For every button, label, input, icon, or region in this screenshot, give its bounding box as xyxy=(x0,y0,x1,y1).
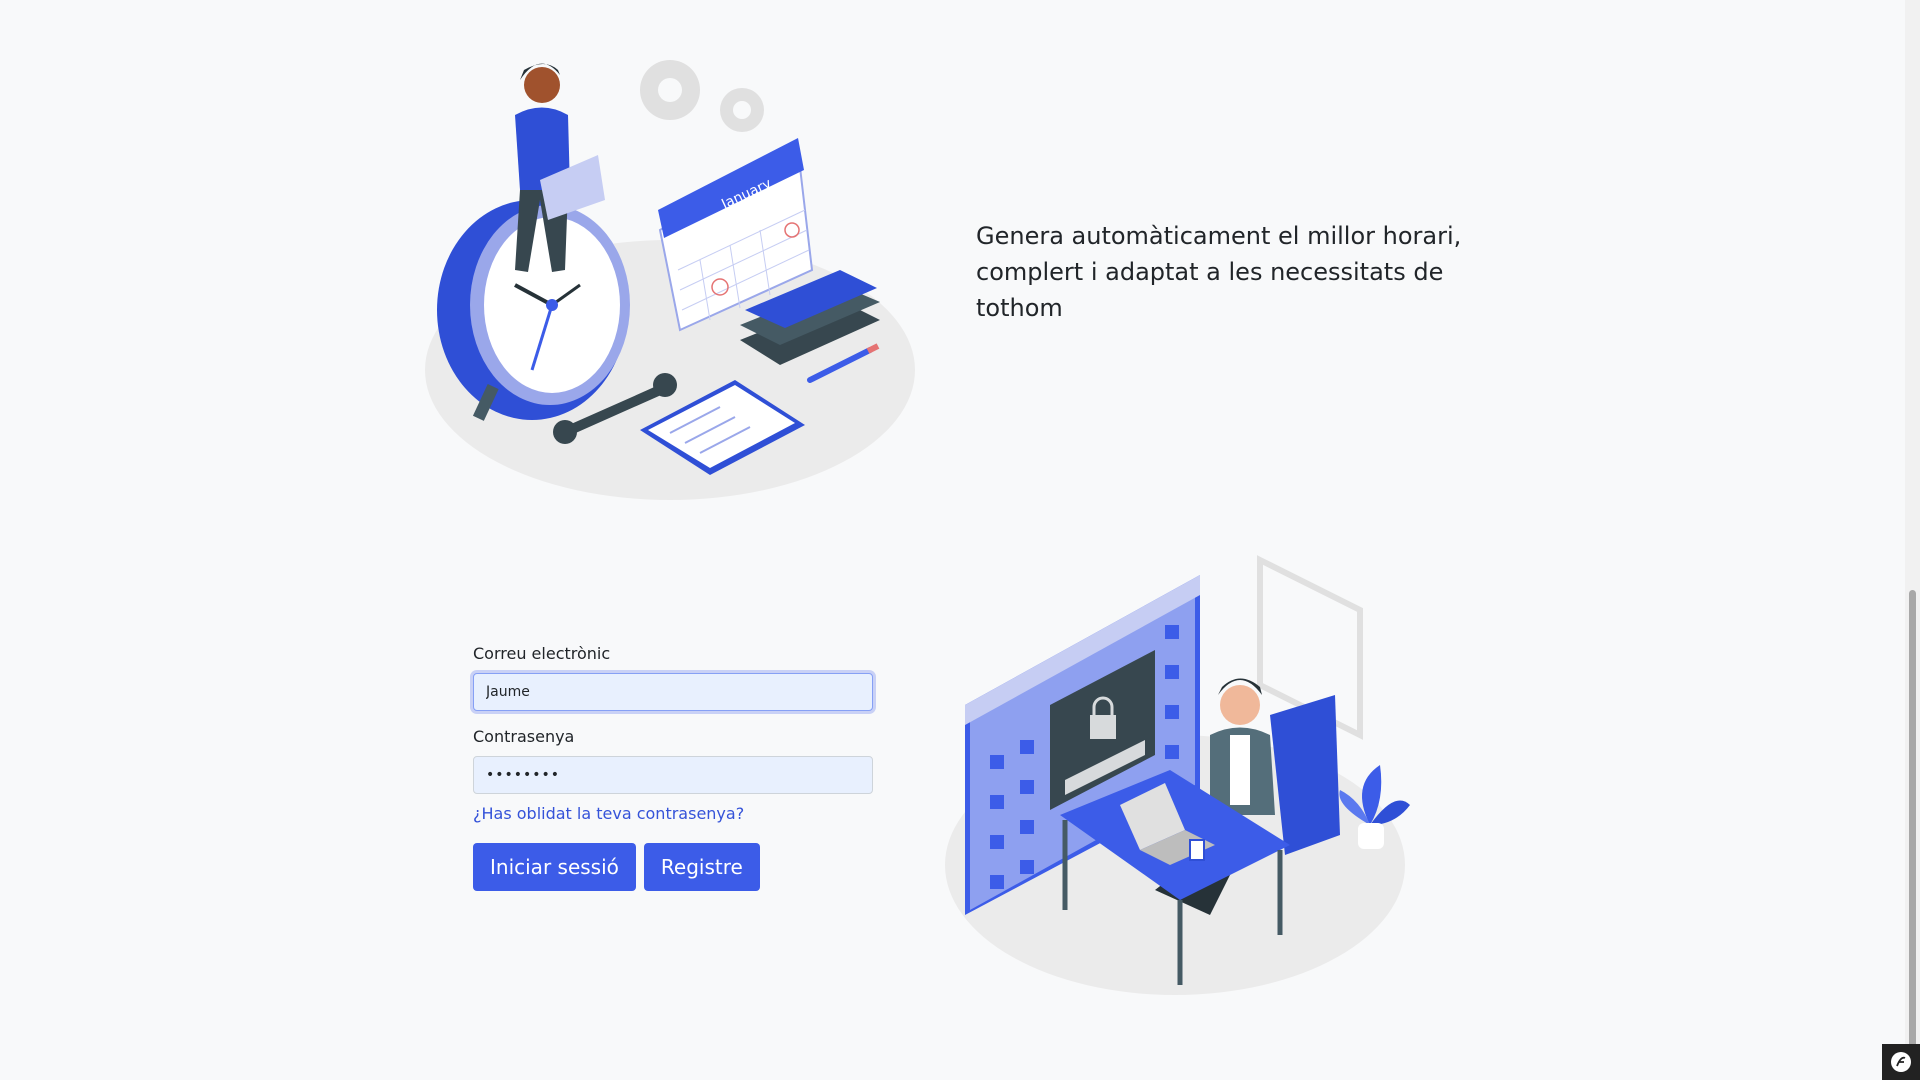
login-illustration xyxy=(940,555,1420,1005)
debug-toolbar-toggle[interactable] xyxy=(1882,1044,1920,1080)
symfony-icon xyxy=(1891,1052,1911,1072)
login-button[interactable]: Iniciar sessió xyxy=(473,843,636,891)
gear-icon xyxy=(640,60,764,132)
register-button[interactable]: Registre xyxy=(643,843,760,891)
tagline-line-2: complert i adaptat a les necessitats de … xyxy=(976,258,1444,322)
login-form: Correu electrònic Contrasenya ¿Has oblid… xyxy=(473,644,873,891)
email-field[interactable] xyxy=(473,673,873,711)
forgot-password-link[interactable]: ¿Has oblidat la teva contrasenya? xyxy=(473,804,873,823)
vertical-scrollbar[interactable] xyxy=(1905,0,1920,1080)
tagline: Genera automàticament el millor horari, … xyxy=(976,218,1536,326)
password-field[interactable] xyxy=(473,756,873,794)
scrollbar-thumb[interactable] xyxy=(1909,590,1916,1078)
password-label: Contrasenya xyxy=(473,727,575,746)
button-row: Iniciar sessió Registre xyxy=(473,843,873,891)
email-label: Correu electrònic xyxy=(473,644,611,663)
password-group: Contrasenya xyxy=(473,727,873,794)
email-group: Correu electrònic xyxy=(473,644,873,711)
tagline-line-1: Genera automàticament el millor horari, xyxy=(976,222,1462,250)
schedule-illustration: January xyxy=(420,40,920,510)
